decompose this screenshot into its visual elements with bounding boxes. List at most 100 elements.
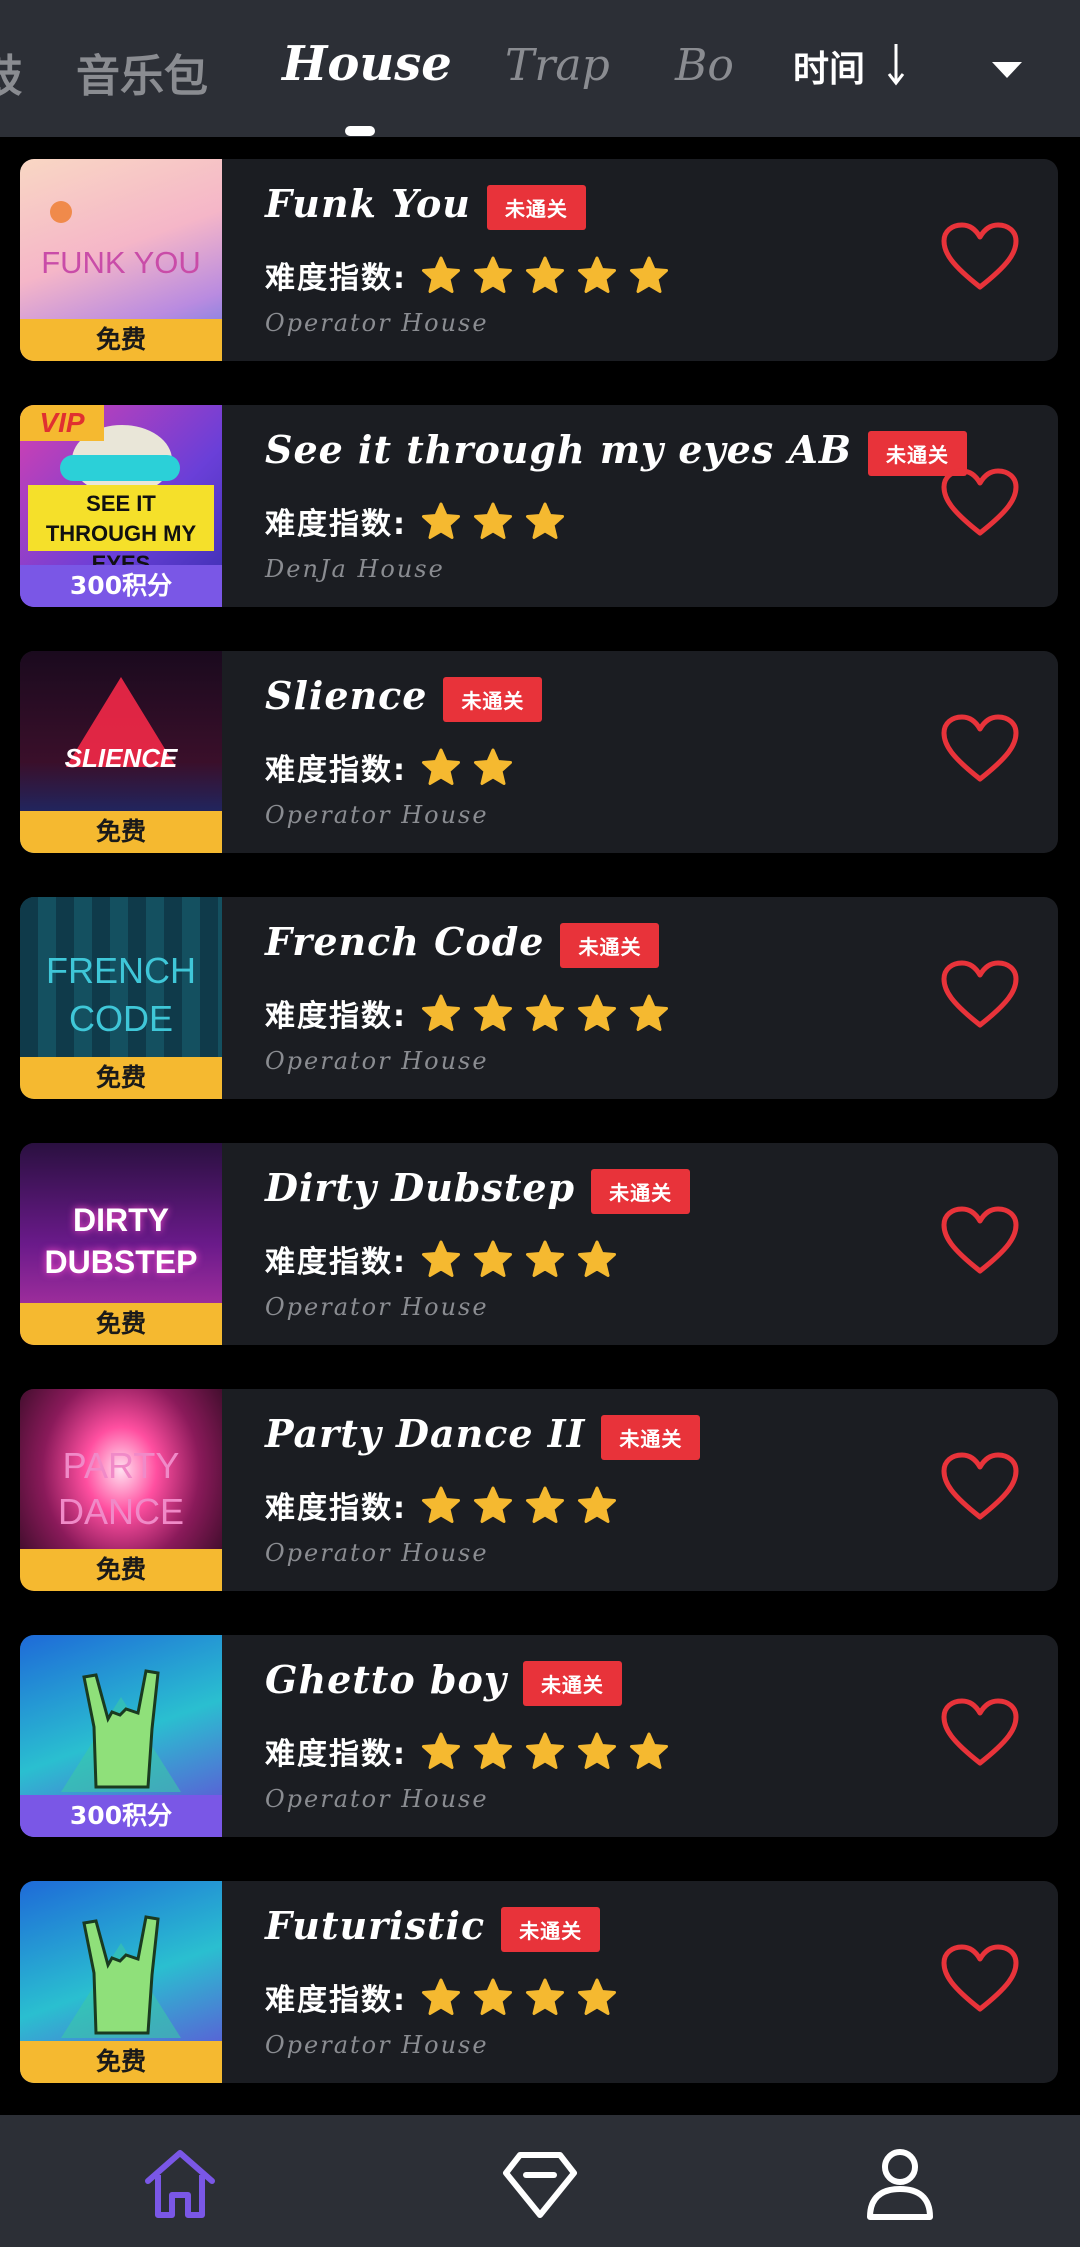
tab-trap[interactable]: Trap	[505, 40, 610, 91]
song-card[interactable]: 免费 Futuristic 未通关 难度指数: Operator House	[20, 1881, 1058, 2083]
song-artist: Operator House	[265, 2031, 489, 2059]
sort-by-time-button[interactable]: 时间	[793, 40, 865, 92]
star-icon	[474, 1732, 512, 1769]
star-icon	[630, 256, 668, 293]
price-tag: 免费	[20, 319, 222, 361]
not-cleared-badge: 未通关	[501, 1907, 601, 1952]
star-icon	[474, 994, 512, 1031]
star-icon	[526, 1732, 564, 1769]
price-tag: 免费	[20, 811, 222, 853]
difficulty-rating: 难度指数:	[265, 253, 681, 297]
star-icon	[526, 1978, 564, 2015]
cover-title-text: SLIENCE	[64, 743, 178, 773]
price-tag: 300积分	[20, 1795, 222, 1837]
cover-title-text: FRENCH CODE	[46, 950, 196, 1039]
song-cover: PARTY DANCE 免费	[20, 1389, 222, 1591]
song-card[interactable]: FUNK YOU 免费 Funk You 未通关 难度指数: Operator H…	[20, 159, 1058, 361]
star-icon	[578, 1978, 616, 2015]
song-artist: DenJa House	[265, 555, 445, 583]
favorite-heart-icon[interactable]	[940, 959, 1020, 1031]
song-cover: FRENCH CODE 免费	[20, 897, 222, 1099]
star-icon	[526, 994, 564, 1031]
star-icon	[422, 994, 460, 1031]
star-icon	[526, 1240, 564, 1277]
difficulty-rating: 难度指数:	[265, 1975, 629, 2019]
rock-hand-graphic	[61, 1669, 181, 1792]
home-icon[interactable]	[142, 2145, 218, 2221]
song-title: Funk You 未通关	[265, 181, 586, 230]
song-cover: SLIENCE 免费	[20, 651, 222, 853]
star-icon	[422, 1486, 460, 1523]
star-icon	[578, 1240, 616, 1277]
star-icon	[474, 502, 512, 539]
price-tag: 免费	[20, 1303, 222, 1345]
star-icon	[630, 1732, 668, 1769]
arrow-down-icon[interactable]	[886, 40, 906, 88]
difficulty-rating: 难度指数:	[265, 745, 525, 789]
bottom-navigation	[0, 2115, 1080, 2247]
star-icon	[474, 1978, 512, 2015]
song-artist: Operator House	[265, 1293, 489, 1321]
song-cover: FUNK YOU 免费	[20, 159, 222, 361]
song-card[interactable]: DIRTY DUBSTEP 免费 Dirty Dubstep 未通关 难度指数: …	[20, 1143, 1058, 1345]
song-title: Slience 未通关	[265, 673, 543, 722]
price-tag: 免费	[20, 1549, 222, 1591]
dropdown-triangle-icon[interactable]	[992, 62, 1022, 78]
star-icon	[474, 1240, 512, 1277]
difficulty-label: 难度指数:	[265, 1983, 407, 2018]
star-icon	[422, 256, 460, 293]
price-tag: 免费	[20, 2041, 222, 2083]
cover-title-text: DIRTY DUBSTEP	[44, 1202, 198, 1280]
song-artist: Operator House	[265, 1539, 489, 1567]
favorite-heart-icon[interactable]	[940, 467, 1020, 539]
song-card[interactable]: SLIENCE 免费 Slience 未通关 难度指数: Operator Hou…	[20, 651, 1058, 853]
star-icon	[474, 1486, 512, 1523]
star-icon	[474, 748, 512, 785]
song-cover: 免费	[20, 1881, 222, 2083]
star-icon	[578, 1732, 616, 1769]
star-icon	[578, 994, 616, 1031]
tab-music-pack[interactable]: 音乐包	[76, 40, 208, 104]
tab-bo[interactable]: Bo	[675, 40, 734, 91]
tab-house[interactable]: House	[282, 36, 452, 92]
difficulty-label: 难度指数:	[265, 1737, 407, 1772]
category-tab-bar: 鼓 音乐包 House Trap Bo 时间	[0, 0, 1080, 137]
difficulty-label: 难度指数:	[265, 1491, 407, 1526]
star-icon	[526, 256, 564, 293]
song-artist: Operator House	[265, 309, 489, 337]
song-card[interactable]: FRENCH CODE 免费 French Code 未通关 难度指数: Oper…	[20, 897, 1058, 1099]
song-card[interactable]: PARTY DANCE 免费 Party Dance II 未通关 难度指数: O…	[20, 1389, 1058, 1591]
favorite-heart-icon[interactable]	[940, 713, 1020, 785]
favorite-heart-icon[interactable]	[940, 1697, 1020, 1769]
favorite-heart-icon[interactable]	[940, 221, 1020, 293]
diamond-icon[interactable]	[502, 2145, 578, 2221]
song-artist: Operator House	[265, 1785, 489, 1813]
not-cleared-badge: 未通关	[486, 185, 586, 230]
difficulty-label: 难度指数:	[265, 507, 407, 542]
favorite-heart-icon[interactable]	[940, 1205, 1020, 1277]
star-icon	[422, 1240, 460, 1277]
cover-title-text: PARTY DANCE	[57, 1445, 185, 1532]
song-card[interactable]: 300积分 Ghetto boy 未通关 难度指数: Operator House	[20, 1635, 1058, 1837]
user-icon[interactable]	[862, 2145, 938, 2221]
star-icon	[422, 748, 460, 785]
song-card[interactable]: SEE IT THROUGH MY EYES VIP 300积分 See it …	[20, 405, 1058, 607]
tab-drums[interactable]: 鼓	[0, 40, 22, 104]
star-icon	[630, 994, 668, 1031]
not-cleared-badge: 未通关	[522, 1661, 622, 1706]
song-artist: Operator House	[265, 1047, 489, 1075]
difficulty-rating: 难度指数:	[265, 499, 577, 543]
cover-title-text: FUNK YOU	[41, 245, 201, 280]
song-cover: 300积分	[20, 1635, 222, 1837]
not-cleared-badge: 未通关	[560, 923, 660, 968]
favorite-heart-icon[interactable]	[940, 1451, 1020, 1523]
song-title: Futuristic 未通关	[265, 1903, 601, 1952]
star-icon	[526, 1486, 564, 1523]
favorite-heart-icon[interactable]	[940, 1943, 1020, 2015]
song-artist: Operator House	[265, 801, 489, 829]
active-tab-indicator	[345, 126, 375, 136]
difficulty-label: 难度指数:	[265, 753, 407, 788]
price-tag: 300积分	[20, 565, 222, 607]
not-cleared-badge: 未通关	[601, 1415, 701, 1460]
difficulty-label: 难度指数:	[265, 1245, 407, 1280]
